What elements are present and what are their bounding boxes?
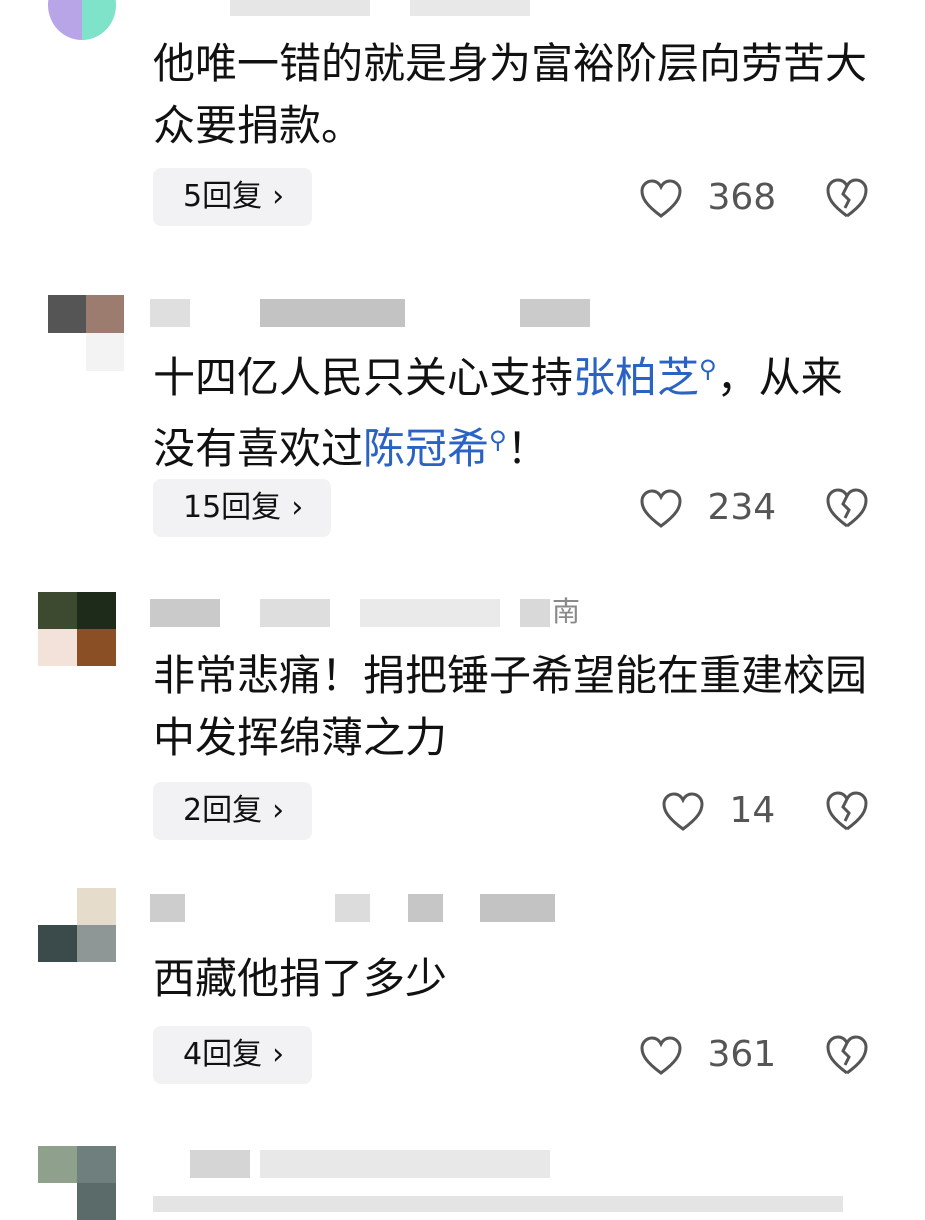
chevron-right-icon: ›	[272, 793, 285, 828]
avatar[interactable]	[38, 592, 116, 666]
like-button[interactable]: 14	[662, 786, 775, 836]
like-count: 361	[707, 1034, 777, 1075]
heart-outline-icon	[662, 790, 704, 831]
reply-button[interactable]: 5回复 ›	[153, 168, 313, 226]
reply-button[interactable]: 4回复 ›	[153, 1026, 313, 1084]
chevron-right-icon: ›	[291, 490, 304, 525]
search-icon[interactable]: ⚲	[699, 355, 717, 383]
location-label: 南	[552, 595, 582, 628]
comment-text: 西藏他捐了多少	[153, 954, 448, 1003]
chevron-right-icon: ›	[272, 1037, 285, 1072]
reply-count: 15回复	[183, 490, 282, 525]
broken-heart-icon	[826, 178, 868, 218]
reply-count: 2回复	[183, 793, 263, 828]
reply-count: 5回复	[183, 179, 263, 214]
like-button[interactable]: 361	[640, 1030, 776, 1080]
dislike-button[interactable]	[825, 177, 869, 221]
dislike-button[interactable]	[825, 790, 869, 834]
comment-text: 十四亿人民只关心支持张柏芝⚲，从来没有喜欢过陈冠希⚲！	[153, 353, 843, 473]
like-count: 14	[729, 790, 776, 831]
broken-heart-icon	[826, 791, 868, 831]
search-icon[interactable]: ⚲	[489, 426, 507, 454]
avatar[interactable]	[48, 0, 116, 40]
comment-text	[153, 1192, 873, 1212]
avatar[interactable]	[48, 295, 124, 371]
chevron-right-icon: ›	[272, 179, 285, 214]
avatar[interactable]	[38, 888, 116, 962]
like-count: 368	[707, 177, 777, 218]
broken-heart-icon	[826, 1035, 868, 1075]
like-button[interactable]: 368	[640, 173, 776, 223]
comment-text: 非常悲痛！捐把锤子希望能在重建校园中发挥绵薄之力	[153, 651, 868, 762]
avatar[interactable]	[38, 1146, 116, 1220]
reply-button[interactable]: 2回复 ›	[153, 782, 313, 840]
broken-heart-icon	[826, 488, 868, 528]
dislike-button[interactable]	[825, 487, 869, 531]
heart-outline-icon	[640, 1034, 682, 1075]
heart-outline-icon	[640, 487, 682, 528]
reply-count: 4回复	[183, 1037, 263, 1072]
like-button[interactable]: 234	[640, 483, 776, 533]
mention-link[interactable]: 张柏芝	[573, 353, 699, 402]
mention-link[interactable]: 陈冠希	[363, 424, 489, 473]
heart-outline-icon	[640, 177, 682, 218]
reply-button[interactable]: 15回复 ›	[153, 479, 332, 537]
comment-text: 他唯一错的就是身为富裕阶层向劳苦大众要捐款。	[153, 39, 868, 150]
like-count: 234	[707, 487, 777, 528]
dislike-button[interactable]	[825, 1034, 869, 1078]
